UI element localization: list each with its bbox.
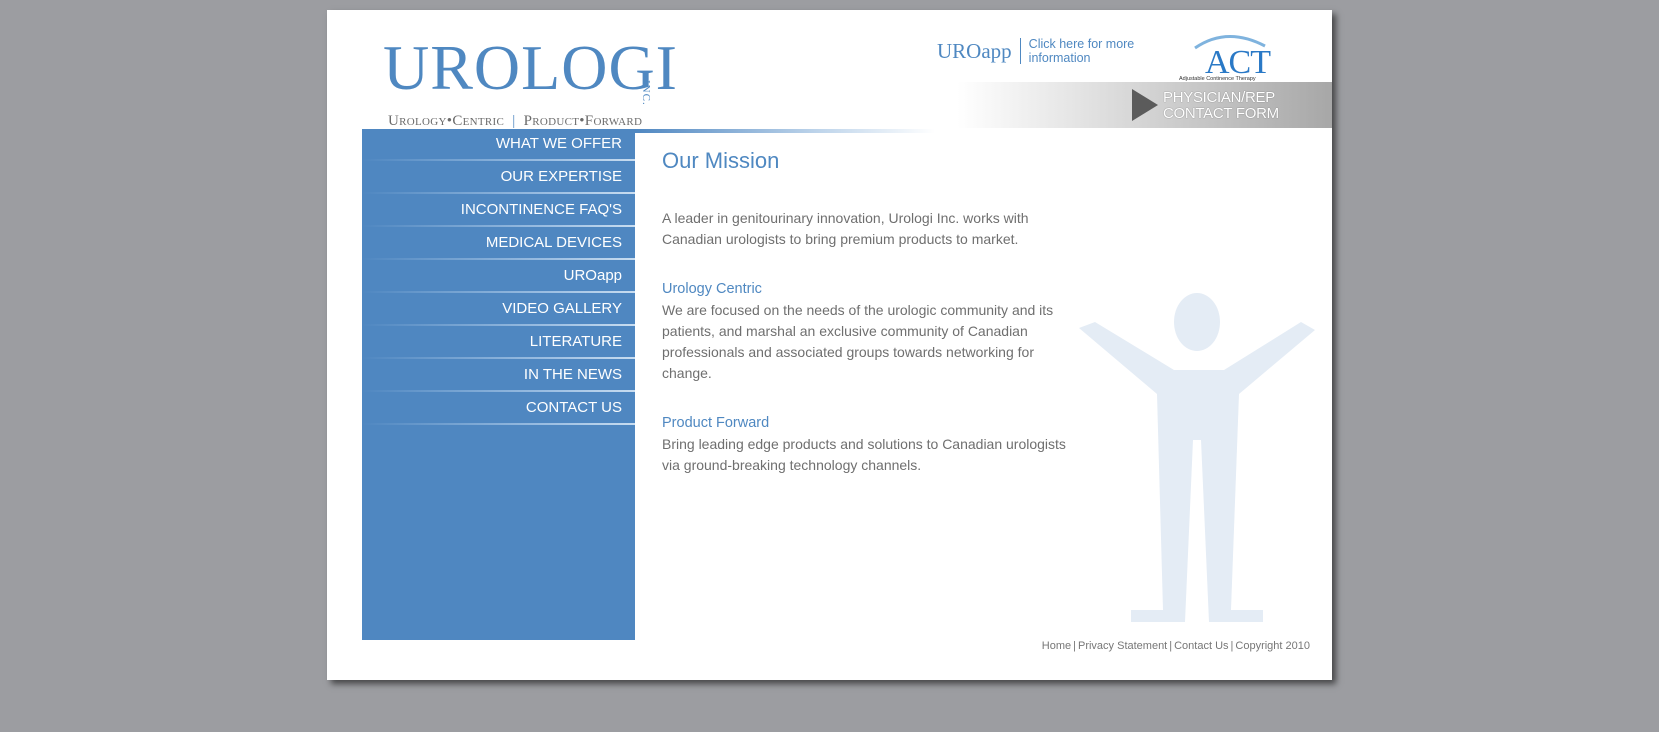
product-forward-heading: Product Forward (662, 415, 770, 431)
nav-item-contact-us[interactable]: CONTACT US (362, 393, 635, 426)
logo-inc: INC. (640, 80, 652, 106)
play-arrow-icon (1132, 89, 1158, 121)
nav-item-literature[interactable]: LITERATURE (362, 327, 635, 360)
act-logo[interactable]: ACT Adjustable Continence Therapy (1177, 24, 1277, 86)
person-figure-icon (1079, 293, 1315, 622)
uroapp-more-info: Click here for more information (1028, 37, 1135, 65)
urology-centric-body: We are focused on the needs of the urolo… (662, 302, 1054, 381)
physician-contact-form-button[interactable]: PHYSICIAN/REP CONTACT FORM (957, 82, 1332, 128)
main-content: Our Mission A leader in genitourinary in… (662, 145, 1072, 476)
logo-wordmark: UROLOGI (383, 32, 678, 103)
nav-item-what-we-offer[interactable]: WHAT WE OFFER (362, 129, 635, 162)
footer-copyright: Copyright 2010 (1235, 640, 1310, 652)
header-divider (635, 129, 935, 133)
footer-separator: | (1073, 640, 1076, 652)
page: UROLOGI INC. Urology•Centric | Product•F… (327, 10, 1332, 680)
nav-item-uroapp[interactable]: UROapp (362, 261, 635, 294)
contact-form-label: PHYSICIAN/REP CONTACT FORM (1163, 90, 1279, 122)
footer-link-privacy[interactable]: Privacy Statement (1078, 640, 1167, 652)
nav-item-our-expertise[interactable]: OUR EXPERTISE (362, 162, 635, 195)
nav-item-incontinence-faqs[interactable]: INCONTINENCE FAQ'S (362, 195, 635, 228)
contact-line-2: CONTACT FORM (1163, 105, 1279, 122)
product-forward-body: Bring leading edge products and solution… (662, 436, 1066, 473)
logo-tagline: Urology•Centric | Product•Forward (388, 113, 642, 130)
nav-item-medical-devices[interactable]: MEDICAL DEVICES (362, 228, 635, 261)
urology-centric-heading: Urology Centric (662, 281, 762, 297)
nav-item-video-gallery[interactable]: VIDEO GALLERY (362, 294, 635, 327)
uroapp-promo-link[interactable]: UROapp Click here for more information (937, 36, 1139, 66)
tagline-divider: | (512, 113, 516, 129)
sidebar-nav: WHAT WE OFFER OUR EXPERTISE INCONTINENCE… (362, 129, 635, 640)
urologi-logo[interactable]: UROLOGI INC. Urology•Centric | Product•F… (355, 28, 677, 130)
footer-link-home[interactable]: Home (1042, 640, 1071, 652)
tagline-right: Product•Forward (523, 113, 643, 129)
tagline-left: Urology•Centric (388, 113, 505, 129)
footer-link-contact[interactable]: Contact Us (1174, 640, 1228, 652)
footer: Home | Privacy Statement | Contact Us | Copyri… (687, 640, 1310, 652)
contact-line-1: PHYSICIAN/REP (1163, 89, 1275, 106)
page-title: Our Mission (662, 148, 780, 173)
uroapp-name: UROapp (937, 38, 1021, 64)
nav-item-in-the-news[interactable]: IN THE NEWS (362, 360, 635, 393)
mission-intro: A leader in genitourinary innovation, Ur… (662, 210, 1029, 247)
